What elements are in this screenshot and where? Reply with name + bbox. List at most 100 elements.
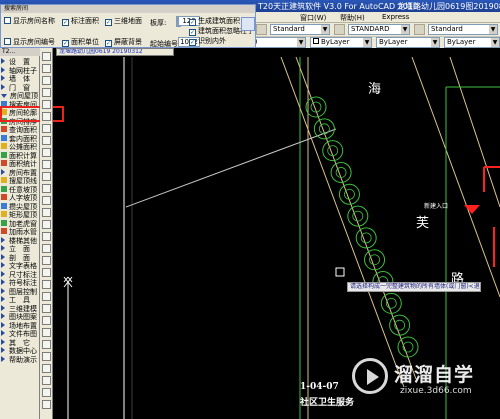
checkbox-checked-icon bbox=[105, 19, 112, 26]
draw-tool-button[interactable] bbox=[42, 100, 51, 109]
draw-tool-button[interactable] bbox=[42, 208, 51, 217]
checkbox-checked-icon bbox=[62, 40, 69, 47]
palette-item-label: 符号标注 bbox=[9, 279, 37, 287]
mask-background-checkbox[interactable]: 屏蔽背景 bbox=[105, 38, 142, 47]
draw-tool-button[interactable] bbox=[42, 304, 51, 313]
draw-tool-button[interactable] bbox=[42, 160, 51, 169]
draw-tool-button[interactable] bbox=[42, 388, 51, 397]
layer-combo[interactable]: 0▼ bbox=[250, 37, 306, 48]
palette-item[interactable]: 房间布置 bbox=[1, 168, 40, 177]
show-room-name-checkbox[interactable]: 显示房间名称 bbox=[4, 17, 55, 26]
palette-item[interactable]: 图层控制 bbox=[1, 287, 40, 296]
draw-tool-button[interactable] bbox=[42, 64, 51, 73]
palette-item[interactable]: 三维建模 bbox=[1, 304, 40, 313]
draw-tool-button[interactable] bbox=[42, 136, 51, 145]
text-style-icon[interactable] bbox=[256, 24, 267, 35]
watermark-play-icon bbox=[352, 358, 388, 394]
palette-item-label: 任意坡顶 bbox=[9, 185, 37, 194]
color-combo[interactable]: ByLayer ▼ bbox=[310, 37, 372, 48]
palette-item[interactable]: 查询面积 bbox=[1, 126, 40, 134]
draw-tool-button[interactable] bbox=[42, 76, 51, 85]
menu-window[interactable]: 窗口(W) bbox=[300, 13, 326, 23]
palette-item[interactable]: 文件布图 bbox=[1, 330, 40, 338]
draw-tool-button[interactable] bbox=[42, 340, 51, 349]
palette-item[interactable]: 房间屋顶 bbox=[1, 92, 40, 100]
draw-tool-button[interactable] bbox=[42, 256, 51, 265]
pick-button[interactable] bbox=[241, 17, 255, 31]
draw-tool-button[interactable] bbox=[42, 88, 51, 97]
palette-item[interactable]: 设 置 bbox=[1, 58, 40, 66]
draw-tool-button[interactable] bbox=[42, 400, 51, 409]
palette-item[interactable]: 攒尖屋顶 bbox=[1, 202, 40, 211]
palette-item[interactable]: 墙 体 bbox=[1, 75, 40, 83]
draw-tool-button[interactable] bbox=[42, 232, 51, 241]
draw-tool-button[interactable] bbox=[42, 184, 51, 193]
area-unit-checkbox[interactable]: 面积单位 bbox=[62, 38, 99, 47]
draw-tool-button[interactable] bbox=[42, 352, 51, 361]
palette-item[interactable]: 加老虎窗 bbox=[1, 219, 40, 228]
palette-item[interactable]: 立 面 bbox=[1, 245, 40, 253]
draw-tool-button[interactable] bbox=[42, 292, 51, 301]
chevron-down-icon: ▼ bbox=[363, 38, 371, 47]
palette-item[interactable]: 任意坡顶 bbox=[1, 185, 40, 194]
palette-item[interactable]: 剖 面 bbox=[1, 253, 40, 262]
identify-inout-checkbox[interactable]: 识别内外 bbox=[189, 37, 226, 46]
checkbox-checked-icon bbox=[189, 29, 196, 36]
palette-item-label: 楼梯其他 bbox=[9, 236, 37, 245]
draw-tool-button[interactable] bbox=[42, 112, 51, 121]
draw-tool-button[interactable] bbox=[42, 316, 51, 325]
palette-item[interactable]: 场地布置 bbox=[1, 321, 40, 330]
palette-item[interactable]: 加雨水管 bbox=[1, 228, 40, 236]
linetype-combo[interactable]: ByLayer ▼ bbox=[376, 37, 440, 48]
menu-help[interactable]: 帮助(H) bbox=[340, 13, 365, 23]
draw-tool-button[interactable] bbox=[42, 220, 51, 229]
palette-item[interactable]: 面积统计 bbox=[1, 160, 40, 168]
palette-item[interactable]: 数据中心 bbox=[1, 347, 40, 355]
palette-item[interactable]: 楼梯其他 bbox=[1, 236, 40, 245]
draw-tool-button[interactable] bbox=[42, 364, 51, 373]
draw-tool-button[interactable] bbox=[42, 244, 51, 253]
draw-tool-button[interactable] bbox=[42, 172, 51, 181]
lineweight-combo[interactable]: ByLayer ▼ bbox=[444, 37, 500, 48]
palette-item[interactable]: 轴网柱子 bbox=[1, 66, 40, 75]
palette-item[interactable]: 工 具 bbox=[1, 296, 40, 304]
table-style-icon[interactable] bbox=[414, 24, 425, 35]
palette-item[interactable]: 图块图案 bbox=[1, 313, 40, 321]
draw-tool-button[interactable] bbox=[42, 376, 51, 385]
palette-item[interactable]: 人字坡顶 bbox=[1, 194, 40, 202]
palette-item[interactable]: 搜屋顶线 bbox=[1, 177, 40, 185]
draw-tool-button[interactable] bbox=[42, 148, 51, 157]
palette-item[interactable]: 尺寸标注 bbox=[1, 270, 40, 279]
draw-tool-button[interactable] bbox=[42, 124, 51, 133]
menu-express[interactable]: Express bbox=[382, 13, 409, 21]
table-style-combo[interactable]: Standard ▼ bbox=[428, 24, 498, 35]
palette-item-label: 帮助演示 bbox=[9, 355, 37, 364]
palette-item[interactable]: 帮助演示 bbox=[1, 355, 40, 364]
palette-item[interactable]: 矩形屋顶 bbox=[1, 211, 40, 219]
text-style-combo[interactable]: Standard ▼ bbox=[270, 24, 330, 35]
tianzheng-palette: T2... 设 置轴网柱子墙 体门 窗房间屋顶 搜索房间 房间轮廓 房间排序 查询面积套… bbox=[0, 48, 40, 419]
draw-tool-button[interactable] bbox=[42, 196, 51, 205]
draw-tool-button[interactable] bbox=[42, 268, 51, 277]
palette-item[interactable]: 其 它 bbox=[1, 338, 40, 347]
label-area-checkbox[interactable]: 标注面积 bbox=[62, 17, 99, 26]
palette-item[interactable]: 符号标注 bbox=[1, 279, 40, 287]
palette-item[interactable]: 文字表格 bbox=[1, 262, 40, 270]
cad-window: T20天正建筑软件 V3.0 For AutoCAD 2010 龙堰路幼儿园06… bbox=[0, 0, 500, 419]
3d-floor-checkbox[interactable]: 三维地面 bbox=[105, 17, 142, 26]
palette-item[interactable]: 门 窗 bbox=[1, 83, 40, 92]
draw-tool-button[interactable] bbox=[42, 280, 51, 289]
collapse-arrow-icon bbox=[1, 330, 5, 336]
palette-item-label: 场地布置 bbox=[9, 321, 37, 330]
dim-style-combo[interactable]: STANDARD ▼ bbox=[348, 24, 410, 35]
palette-item[interactable]: 面积计算 bbox=[1, 151, 40, 160]
palette-item[interactable]: 公摊面积 bbox=[1, 143, 40, 151]
palette-item[interactable]: 套内面积 bbox=[1, 134, 40, 143]
show-room-number-checkbox[interactable]: 显示房间编号 bbox=[4, 38, 55, 47]
drawing-tab[interactable]: 龙堰路幼儿园0619 20190312 bbox=[56, 48, 174, 56]
generate-building-area-checkbox[interactable]: 生成建筑面积 bbox=[189, 17, 240, 26]
draw-tool-button[interactable] bbox=[42, 328, 51, 337]
draw-tool-button[interactable] bbox=[42, 52, 51, 61]
collapse-arrow-icon bbox=[1, 296, 5, 302]
dim-style-icon[interactable] bbox=[334, 24, 345, 35]
